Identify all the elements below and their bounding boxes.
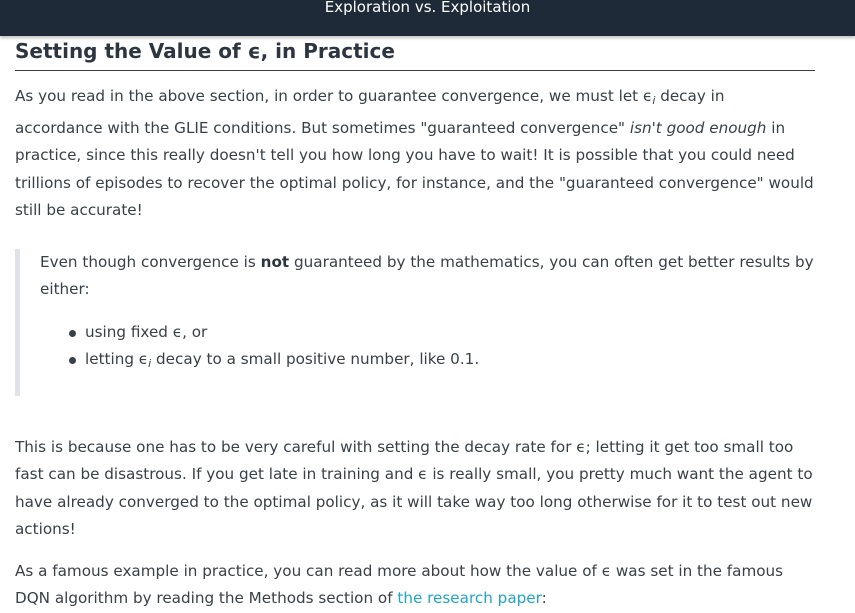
- list-item: using fixed ϵ, or: [69, 319, 815, 347]
- list-item: letting ϵi decay to a small positive num…: [69, 346, 815, 378]
- callout-bold-text: not: [260, 252, 290, 271]
- bullet-icon: [69, 329, 76, 337]
- intro-italic-text: isn't good enough: [629, 118, 767, 137]
- decay-rate-paragraph: This is because one has to be very caref…: [15, 437, 813, 539]
- bullet-text: using fixed ϵ, or: [85, 322, 208, 341]
- callout-paragraph: Even though convergence is not guarantee…: [40, 249, 815, 304]
- intro-paragraph: As you read in the above section, in ord…: [15, 83, 815, 225]
- callout-bullet-list: using fixed ϵ, or letting ϵi decay to a …: [40, 319, 815, 378]
- top-navigation-bar: Exploration vs. Exploitation: [0, 0, 855, 36]
- epsilon-symbol: ϵ: [642, 87, 653, 105]
- epsilon-symbol: ϵ: [138, 350, 149, 368]
- research-paper-link[interactable]: the research paper: [397, 589, 541, 607]
- bullet-text-post: decay to a small positive number, like 0…: [151, 350, 480, 368]
- dqn-text-2: :: [541, 589, 547, 607]
- dqn-example-paragraph: As a famous example in practice, you can…: [15, 558, 815, 613]
- blockquote-callout: Even though convergence is not guarantee…: [15, 248, 815, 396]
- lesson-content: Setting the Value of ϵ, in Practice As y…: [15, 36, 815, 613]
- bullet-text-pre: letting: [85, 350, 139, 368]
- section-heading: Setting the Value of ϵ, in Practice: [15, 36, 815, 71]
- callout-text-1: Even though convergence is: [40, 252, 261, 271]
- bullet-icon: [69, 357, 76, 364]
- intro-text-1: As you read in the above section, in ord…: [15, 87, 643, 105]
- lesson-title: Exploration vs. Exploitation: [324, 0, 531, 16]
